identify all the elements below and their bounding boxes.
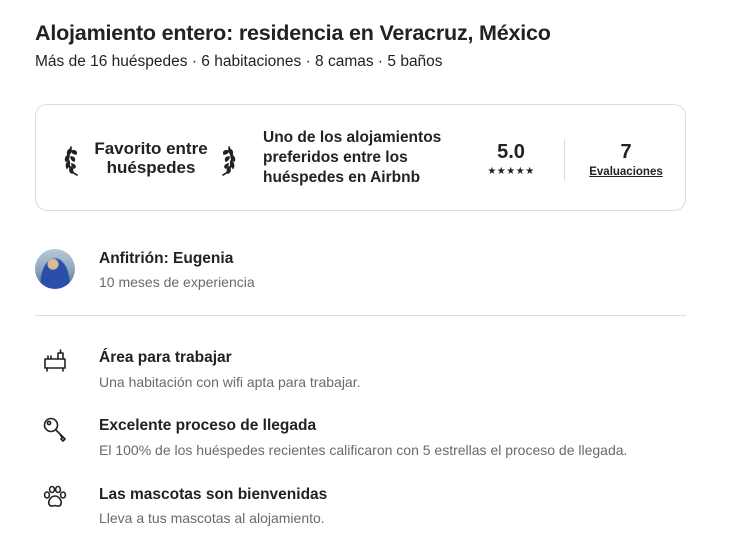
- laurel-left-icon: [64, 146, 78, 176]
- feature-description: Lleva a tus mascotas al alojamiento.: [99, 510, 325, 526]
- guest-favorite-card[interactable]: Favorito entre huéspedes Uno de los aloj…: [35, 104, 686, 211]
- host-experience: 10 meses de experiencia: [99, 274, 255, 290]
- host-avatar[interactable]: [35, 249, 75, 289]
- reviews-link[interactable]: Evaluaciones: [583, 165, 669, 179]
- card-divider: [564, 139, 565, 181]
- feature-title: Excelente proceso de llegada: [99, 417, 317, 434]
- paw-icon: [43, 485, 67, 507]
- feature-description: Una habitación con wifi apta para trabaj…: [99, 374, 361, 390]
- feature-title: Las mascotas son bienvenidas: [99, 486, 328, 503]
- reviews-count: 7: [620, 141, 632, 163]
- section-divider: [35, 315, 686, 316]
- key-icon: [43, 417, 66, 442]
- feature-description: El 100% de los huéspedes recientes calif…: [99, 442, 628, 458]
- rating-block: 5.0 ★★★★★: [480, 140, 542, 178]
- workspace-icon: [44, 349, 66, 372]
- guest-favorite-label: Favorito entre huéspedes: [94, 139, 208, 177]
- listing-summary: Más de 16 huéspedes · 6 habitaciones · 8…: [35, 53, 443, 70]
- listing-title: Alojamiento entero: residencia en Veracr…: [35, 21, 551, 45]
- feature-title: Área para trabajar: [99, 349, 232, 366]
- host-name: Anfitrión: Eugenia: [99, 250, 234, 267]
- star-rating-icon: ★★★★★: [487, 166, 535, 177]
- laurel-right-icon: [222, 146, 236, 176]
- rating-value: 5.0: [497, 141, 525, 163]
- guest-favorite-description: Uno de los alojamientos preferidos entre…: [263, 129, 442, 186]
- reviews-block: 7 Evaluaciones: [583, 140, 669, 179]
